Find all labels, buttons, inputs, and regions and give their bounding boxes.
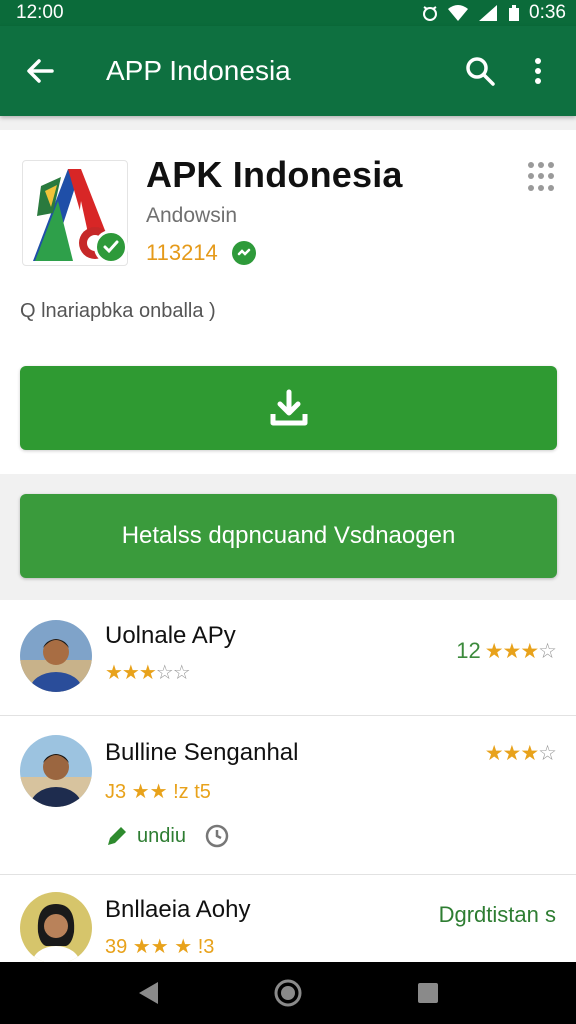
developer-name[interactable]: Andowsin — [146, 204, 237, 228]
app-bar: APP Indonesia — [0, 26, 576, 116]
list-item-status: Dgrdtistan s — [439, 902, 556, 928]
system-nav-bar — [0, 962, 576, 1024]
download-icon — [270, 389, 307, 426]
avatar — [20, 620, 92, 692]
wifi-icon — [448, 5, 469, 21]
list-item[interactable]: Uolnale APy ★★★ ☆☆ 12 ★★★☆ — [0, 600, 576, 716]
status-icons: 0:36 — [421, 2, 566, 24]
signal-icon — [479, 5, 498, 21]
back-button[interactable] — [20, 51, 60, 91]
recents-square-icon[interactable] — [416, 981, 440, 1005]
status-bar: 12:00 0:36 — [0, 0, 576, 26]
pencil-icon — [108, 827, 126, 845]
download-badge-icon — [231, 241, 256, 265]
avatar — [20, 892, 92, 962]
app-name: APK Indonesia — [146, 154, 403, 195]
battery-icon — [509, 5, 520, 21]
list-item-title: Uolnale APy — [105, 622, 236, 649]
download-button[interactable] — [20, 366, 557, 450]
status-time-right: 0:36 — [529, 2, 566, 23]
more-vert-icon — [535, 58, 541, 84]
list-item[interactable]: Bnllaeia Aohy 39 ★★ ★ !3 Dgrdtistan s — [0, 876, 576, 962]
home-circle-icon[interactable] — [273, 978, 303, 1008]
status-label: Dgrdtistan s — [438, 902, 556, 927]
download-count-value: 113214 — [146, 240, 218, 265]
status-time: 12:00 — [16, 2, 64, 23]
back-triangle-icon[interactable] — [136, 980, 160, 1006]
list-item[interactable]: Bulline Senganhal J3 ★★ !z t5 undiu ★★★☆ — [0, 717, 576, 875]
app-list: Uolnale APy ★★★ ☆☆ 12 ★★★☆ Bulline Sengan… — [0, 600, 576, 962]
avatar — [20, 735, 92, 807]
rating-stars-right: ★★★☆ — [484, 639, 557, 663]
list-item-title: Bnllaeia Aohy — [105, 896, 251, 923]
list-item-rating: 12 ★★★☆ — [456, 638, 557, 664]
rating-stars-right: ★★★☆ — [484, 742, 557, 765]
search-icon — [466, 57, 495, 86]
verified-badge-icon — [94, 230, 128, 264]
list-item-title: Bulline Senganhal — [105, 739, 299, 766]
search-button[interactable] — [460, 51, 500, 91]
update-row[interactable]: undiu — [105, 823, 230, 849]
app-header-card: APK Indonesia Andowsin 113214 Q lnariapb… — [0, 130, 576, 474]
app-subtitle: Q lnariapbka onballa ) — [20, 300, 216, 322]
app-bar-title: APP Indonesia — [106, 55, 291, 86]
grid-menu-icon[interactable] — [528, 162, 554, 192]
list-item-rating: ★★★☆ — [484, 741, 557, 766]
download-count: 113214 — [146, 240, 256, 266]
arrow-left-icon — [27, 59, 54, 83]
rating-stars: ★★★ ☆☆ — [105, 662, 191, 684]
alarm-icon — [423, 6, 438, 21]
more-options-button[interactable] — [518, 51, 558, 91]
clock-icon — [205, 824, 229, 848]
rating-text: 39 ★★ ★ !3 — [105, 936, 215, 958]
secondary-action-button[interactable]: Hetalss dqpncuand Vsdnaogen — [20, 494, 557, 578]
rating-text: J3 ★★ !z t5 — [105, 781, 211, 803]
update-label: undiu — [137, 824, 186, 847]
rating-count: 12 — [456, 638, 481, 663]
